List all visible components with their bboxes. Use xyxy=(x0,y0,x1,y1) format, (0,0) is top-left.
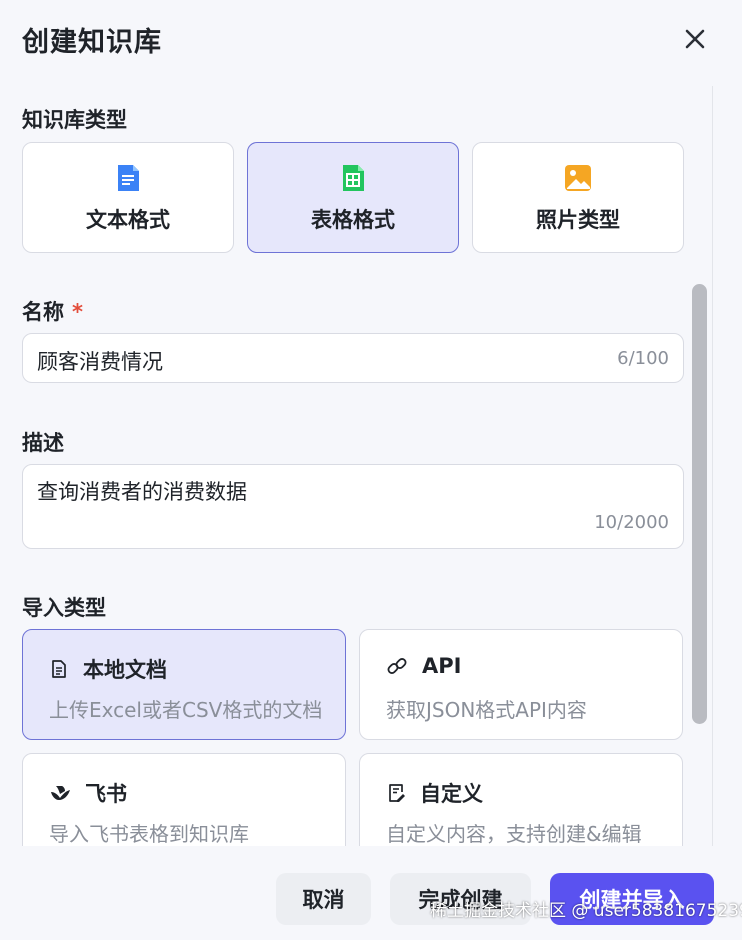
close-icon xyxy=(685,29,705,49)
description-char-counter: 10/2000 xyxy=(594,512,669,533)
text-doc-icon xyxy=(118,164,139,191)
link-icon xyxy=(387,658,407,674)
kb-type-text[interactable]: 文本格式 xyxy=(22,142,234,253)
image-icon xyxy=(565,164,591,191)
name-label: 名称 * xyxy=(22,296,83,326)
import-feishu-title: 飞书 xyxy=(85,782,127,806)
kb-type-label: 知识库类型 xyxy=(22,108,127,132)
name-input[interactable]: 顾客消费情况 6/100 xyxy=(22,333,684,383)
kb-type-table[interactable]: 表格格式 xyxy=(247,142,459,253)
document-icon xyxy=(52,660,66,678)
kb-type-photo-label: 照片类型 xyxy=(536,207,620,232)
import-custom-title: 自定义 xyxy=(420,782,483,806)
scroll-divider xyxy=(712,86,713,846)
table-sheet-icon xyxy=(343,164,364,191)
name-char-counter: 6/100 xyxy=(617,348,669,369)
close-button[interactable] xyxy=(680,24,710,54)
name-input-value: 顾客消费情况 xyxy=(37,350,163,374)
kb-type-text-label: 文本格式 xyxy=(86,207,170,232)
import-local-document[interactable]: 本地文档 上传Excel或者CSV格式的文档 xyxy=(22,629,346,740)
create-knowledge-base-dialog: 创建知识库 知识库类型 文本格式 表格格式 照片类型 名称 * 顾客消费情况 6… xyxy=(0,0,742,940)
watermark: 稀土掘金技术社区 @ user5838167523996 xyxy=(430,901,742,921)
import-feishu-desc: 导入飞书表格到知识库 xyxy=(49,822,249,846)
import-type-label: 导入类型 xyxy=(22,596,106,620)
dialog-title: 创建知识库 xyxy=(22,27,162,58)
description-value: 查询消费者的消费数据 xyxy=(37,480,247,504)
required-mark: * xyxy=(72,300,83,324)
kb-type-table-label: 表格格式 xyxy=(311,207,395,232)
import-local-title: 本地文档 xyxy=(83,658,167,682)
scrollbar-thumb[interactable] xyxy=(692,284,707,724)
import-custom-desc: 自定义内容，支持创建&编辑 xyxy=(386,822,642,846)
import-api-desc: 获取JSON格式API内容 xyxy=(386,698,587,722)
description-textarea[interactable]: 查询消费者的消费数据 10/2000 xyxy=(22,464,684,549)
feishu-icon xyxy=(51,786,70,800)
import-api-title: API xyxy=(422,654,462,678)
edit-doc-icon xyxy=(389,784,405,802)
cancel-button[interactable]: 取消 xyxy=(276,873,371,925)
name-label-text: 名称 xyxy=(22,300,64,324)
import-local-desc: 上传Excel或者CSV格式的文档 xyxy=(49,698,323,722)
import-api[interactable]: API 获取JSON格式API内容 xyxy=(359,629,683,740)
kb-type-photo[interactable]: 照片类型 xyxy=(472,142,684,253)
description-label: 描述 xyxy=(22,431,64,455)
